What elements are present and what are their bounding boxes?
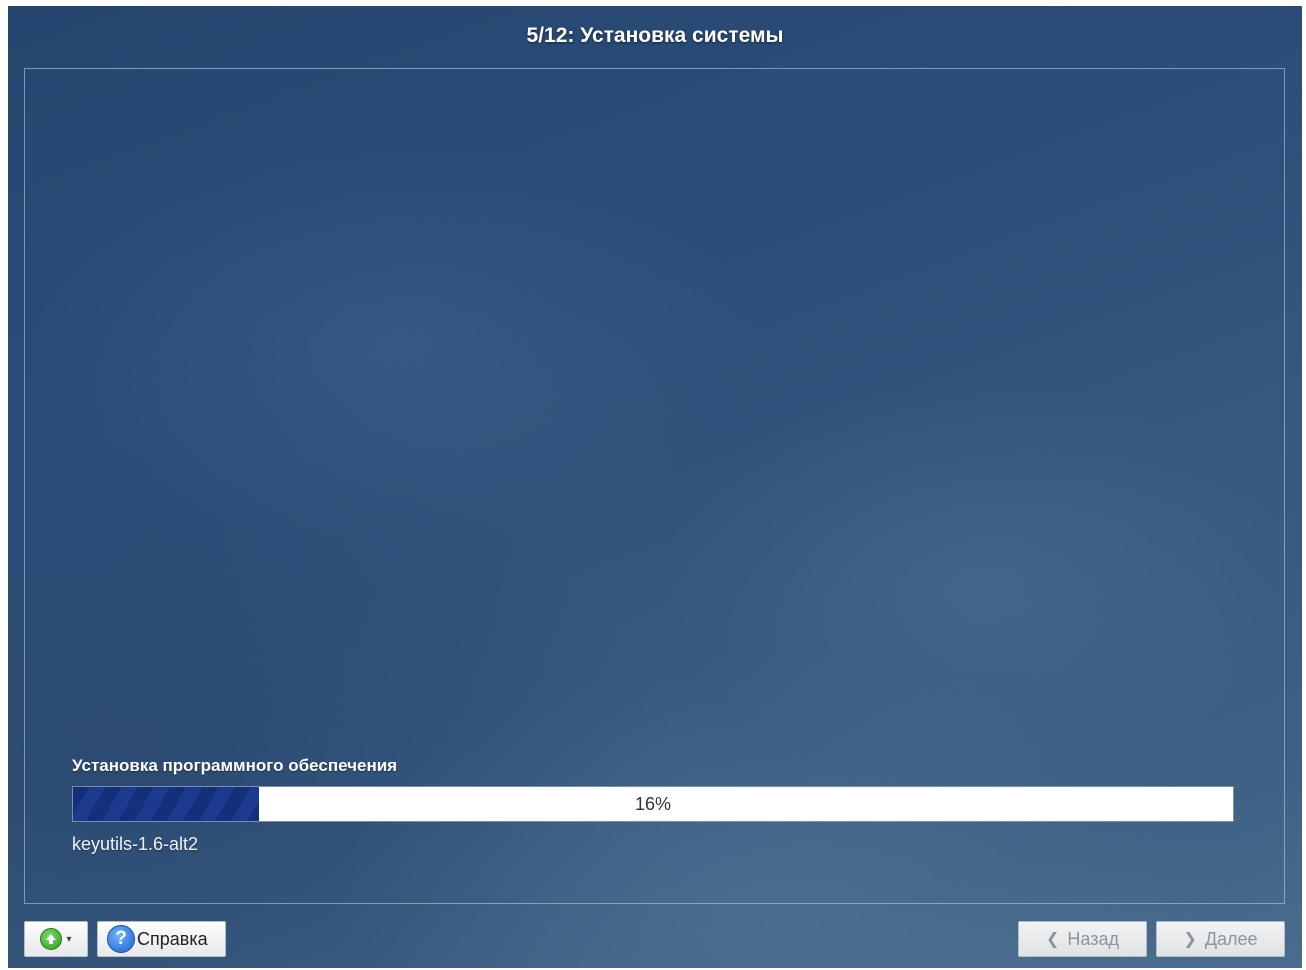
back-button[interactable]: ❮ Назад [1018, 921, 1147, 957]
chevron-down-icon: ▾ [66, 933, 72, 945]
help-button[interactable]: ? Справка [97, 921, 226, 957]
green-up-arrow-icon [40, 928, 63, 950]
chevron-right-icon: ❯ [1183, 931, 1197, 948]
help-button-label: Справка [137, 928, 208, 949]
question-mark-icon: ? [107, 925, 135, 953]
current-package-label: keyutils-1.6-alt2 [72, 834, 199, 854]
next-button-label: Далее [1204, 928, 1258, 949]
installer-window: 5/12: Установка системы Установка програ… [8, 6, 1302, 968]
next-button[interactable]: ❯ Далее [1156, 921, 1285, 957]
content-frame [24, 68, 1285, 904]
menu-dropdown-button[interactable]: ▾ [24, 921, 88, 957]
progress-percent: 16% [634, 794, 672, 814]
page-title: 5/12: Установка системы [526, 24, 784, 47]
back-button-label: Назад [1067, 928, 1119, 949]
install-section-label: Установка программного обеспечения [72, 756, 398, 775]
chevron-left-icon: ❮ [1046, 931, 1060, 948]
install-progress-bar: 16% [72, 786, 1234, 822]
